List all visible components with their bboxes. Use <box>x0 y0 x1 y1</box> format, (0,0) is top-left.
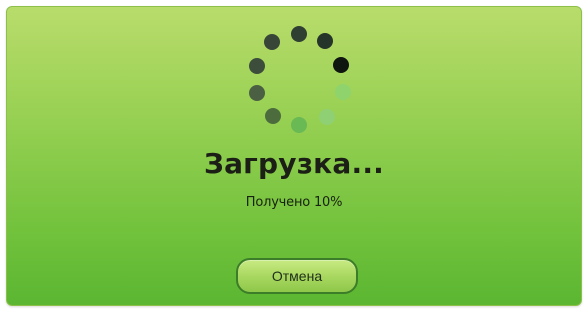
spinner-dot-icon <box>291 26 307 42</box>
spinner-dot-icon <box>291 117 307 133</box>
loading-title: Загрузка... <box>204 147 384 180</box>
loading-dialog: Загрузка... Получено 10% Отмена <box>6 6 582 306</box>
spinner-dot-icon <box>265 108 281 124</box>
spinner-dot-icon <box>335 84 351 100</box>
spinner-dot-icon <box>317 33 333 49</box>
spinner-dot-icon <box>264 34 280 50</box>
progress-status: Получено 10% <box>245 195 343 210</box>
loading-spinner-icon <box>7 7 581 157</box>
spinner-dot-icon <box>319 109 335 125</box>
spinner-dot-icon <box>249 85 265 101</box>
cancel-button[interactable]: Отмена <box>236 258 358 294</box>
spinner-dot-icon <box>249 58 265 74</box>
spinner-dot-icon <box>333 57 349 73</box>
